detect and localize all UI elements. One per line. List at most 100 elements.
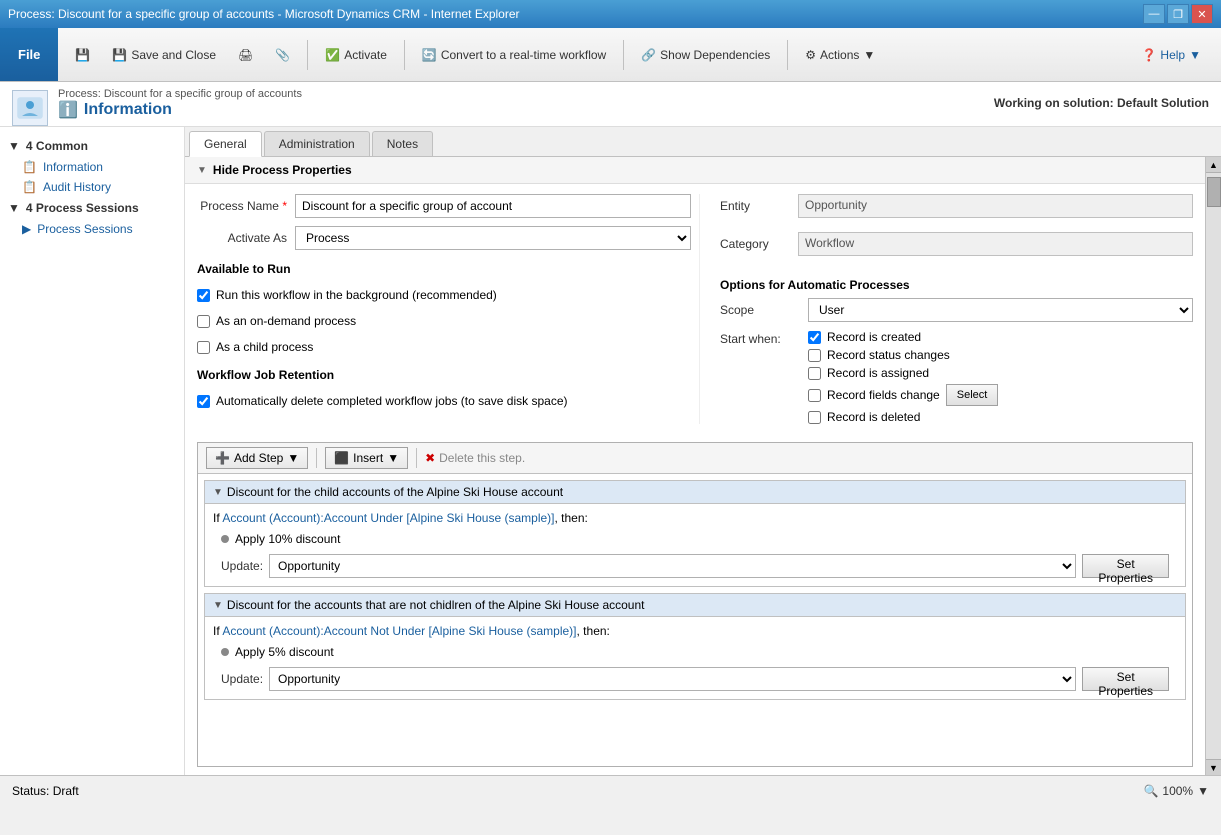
process-name-label: Process Name [197,199,287,213]
entity-label: Entity [720,199,790,213]
toolbar-actions: 💾 💾 Save and Close 🖨 📎 ✅ Activate 🔄 Conv… [58,36,1221,74]
step-body-2: If Account (Account):Account Not Under [… [205,617,1185,699]
wf-sep-2 [416,448,417,468]
print-icon: 🖨 [238,48,253,62]
checkbox-status[interactable] [808,349,821,362]
bullet-2 [221,648,229,656]
toolbar-separator-1 [307,40,308,70]
sidebar-item-audit-history[interactable]: 📋 Audit History [0,177,184,197]
set-properties-button-1[interactable]: Set Properties [1082,554,1169,578]
save-button[interactable]: 💾 [66,36,99,74]
sidebar-item-information[interactable]: 📋 Information [0,157,184,177]
sidebar-information-label: Information [43,160,103,174]
condition-link-2[interactable]: Account (Account):Account Not Under [Alp… [222,624,576,638]
delete-label: Delete this step. [439,451,525,465]
section-header-label: Hide Process Properties [213,163,352,177]
form-grid: Process Name Activate As Process As temp… [185,184,1205,434]
update-select-1[interactable]: Opportunity [269,554,1076,578]
scroll-down-arrow[interactable]: ▼ [1206,759,1221,775]
actions-button[interactable]: ⚙ Actions ▼ [796,36,884,74]
update-row-2: Update: Opportunity Set Properties [213,663,1177,695]
insert-button[interactable]: ⬛ Insert ▼ [325,447,408,469]
start-when-created: Record is created [808,330,998,344]
set-properties-button-2[interactable]: Set Properties [1082,667,1169,691]
scroll-thumb[interactable] [1207,177,1221,207]
step-toggle-2[interactable]: ▼ [213,600,223,611]
checkbox-fields[interactable] [808,389,821,402]
activate-button[interactable]: ✅ Activate [316,36,396,74]
section-header[interactable]: ▼ Hide Process Properties [185,157,1205,184]
tab-notes[interactable]: Notes [372,131,433,156]
checkbox-retention[interactable] [197,395,210,408]
sidebar: ▼ 4 Common 📋 Information 📋 Audit History… [0,127,185,775]
common-collapse-icon: ▼ [8,139,20,153]
attach-icon: 📎 [275,48,290,62]
step-toggle-1[interactable]: ▼ [213,487,223,498]
add-step-button[interactable]: ➕ Add Step ▼ [206,447,308,469]
checkbox-ondemand-row: As an on-demand process [197,312,691,330]
convert-label: Convert to a real-time workflow [441,48,606,62]
attach-button[interactable]: 📎 [266,36,299,74]
file-button[interactable]: File [0,28,58,81]
show-dependencies-button[interactable]: 🔗 Show Dependencies [632,36,779,74]
restore-button[interactable]: ❐ [1167,4,1189,24]
label-assigned: Record is assigned [827,366,929,380]
label-deleted: Record is deleted [827,410,920,424]
insert-dropdown: ▼ [387,451,399,465]
sidebar-item-process-sessions[interactable]: ▶ Process Sessions [0,219,184,239]
checkbox-created[interactable] [808,331,821,344]
update-row-1: Update: Opportunity Set Properties [213,550,1177,582]
checkbox-retention-label: Automatically delete completed workflow … [216,394,568,408]
workflow-footer-space [198,706,1192,766]
checkbox-child[interactable] [197,341,210,354]
zoom-area: 🔍 100% ▼ [1143,784,1209,798]
entity-icon [12,90,48,126]
working-on-solution: Working on solution: Default Solution [994,88,1209,110]
available-to-run-title: Available to Run [197,258,691,278]
audit-icon: 📋 [22,180,37,194]
save-icon: 💾 [75,48,90,62]
right-panel: General Administration Notes ▼ Hide Proc… [185,127,1221,775]
checkbox-ondemand[interactable] [197,315,210,328]
activate-icon: ✅ [325,48,340,62]
dependencies-label: Show Dependencies [660,48,770,62]
page-header-title: ℹ️ Information [58,100,302,120]
sidebar-common-header[interactable]: ▼ 4 Common [0,135,184,157]
help-label: Help [1160,48,1185,62]
actions-icon: ⚙ [805,48,816,62]
save-close-label: Save and Close [131,48,216,62]
window-title: Process: Discount for a specific group o… [8,7,520,21]
checkbox-assigned[interactable] [808,367,821,380]
toolbar-right: ❓ Help ▼ [1141,48,1213,62]
start-when-status: Record status changes [808,348,998,362]
workflow-retention-title: Workflow Job Retention [197,364,691,384]
convert-button[interactable]: 🔄 Convert to a real-time workflow [413,36,615,74]
checkbox-background[interactable] [197,289,210,302]
page-title: Information [84,101,172,119]
process-name-input[interactable] [295,194,691,218]
scroll-up-arrow[interactable]: ▲ [1206,157,1221,173]
category-label: Category [720,237,790,251]
scope-select[interactable]: User Business Unit Parent: Child Busines… [808,298,1193,322]
start-when-fields: Record fields change Select [808,384,998,406]
scroll-rail: ▲ ▼ [1205,157,1221,775]
activate-as-select[interactable]: Process As template [295,226,691,250]
tab-general[interactable]: General [189,131,262,157]
help-button[interactable]: ❓ Help ▼ [1141,48,1201,62]
checkbox-deleted[interactable] [808,411,821,424]
toolbar-separator-3 [623,40,624,70]
step-title-1: Discount for the child accounts of the A… [227,485,563,499]
select-fields-button[interactable]: Select [946,384,999,406]
bullet-1 [221,535,229,543]
condition-link-1[interactable]: Account (Account):Account Under [Alpine … [222,511,554,525]
close-button[interactable]: ✕ [1191,4,1213,24]
update-select-2[interactable]: Opportunity [269,667,1076,691]
print-button[interactable]: 🖨 [229,36,262,74]
options-section: Options for Automatic Processes Scope Us… [720,278,1193,424]
save-and-close-button[interactable]: 💾 Save and Close [103,36,225,74]
tab-administration[interactable]: Administration [264,131,370,156]
delete-step-button[interactable]: ✖ Delete this step. [425,451,525,465]
sidebar-process-sessions-header[interactable]: ▼ 4 Process Sessions [0,197,184,219]
minimize-button[interactable]: — [1143,4,1165,24]
workflow-editor: ➕ Add Step ▼ ⬛ Insert ▼ ✖ [197,442,1193,767]
